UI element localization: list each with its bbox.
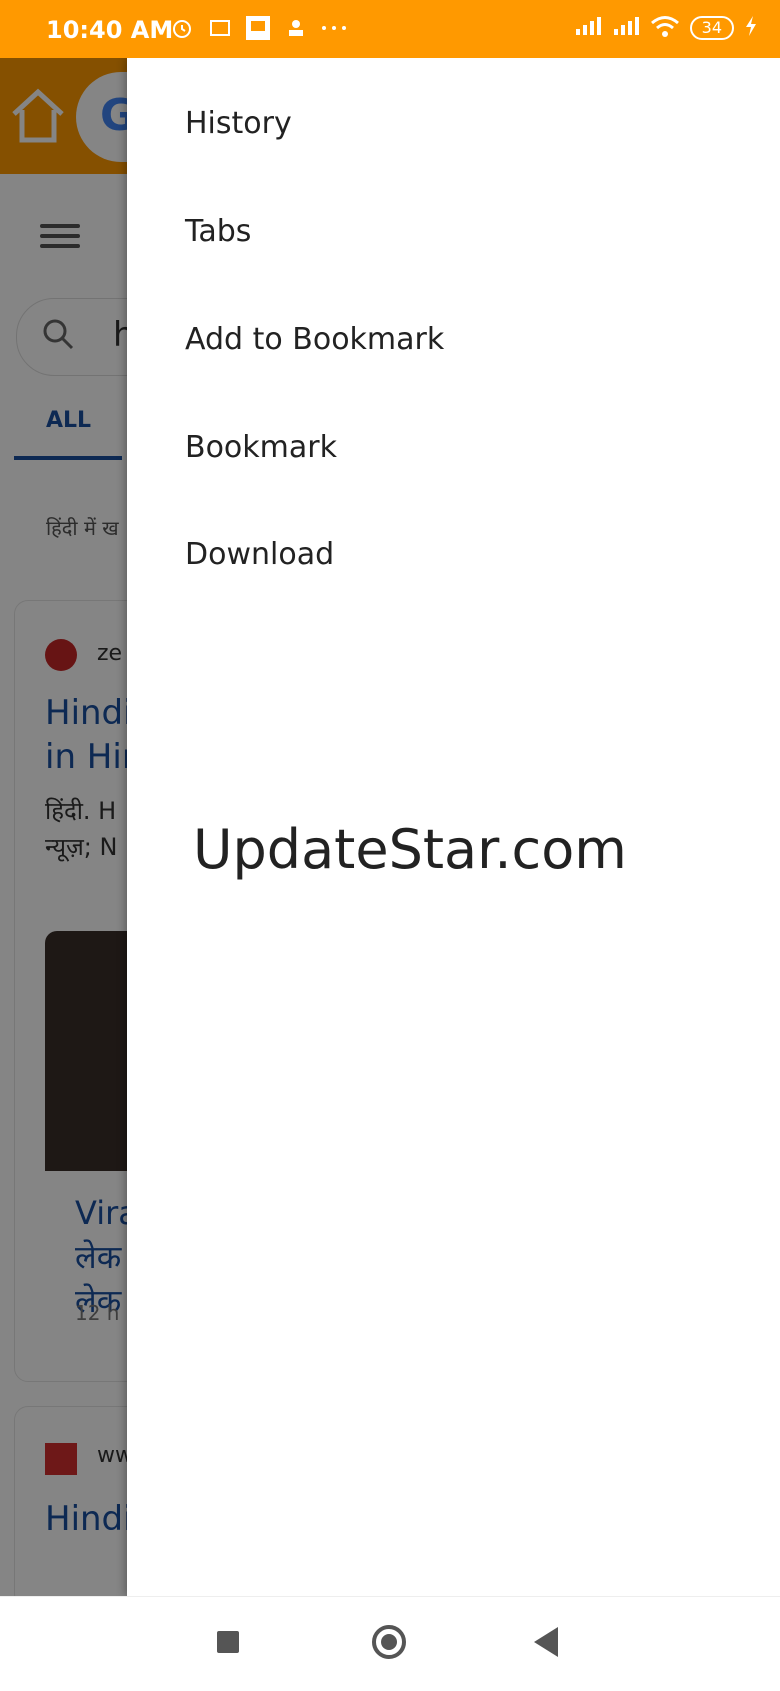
signal-icon [612, 15, 640, 41]
system-navigation-bar [0, 1596, 780, 1691]
hindi-news-icon [282, 14, 310, 42]
status-icons-right: 34 [574, 14, 758, 42]
alarm-icon [168, 14, 196, 42]
brand-label: UpdateStar.com [193, 818, 627, 881]
menu-item-history[interactable]: History [185, 94, 745, 154]
recents-icon[interactable] [217, 1631, 239, 1653]
india-tv-icon [206, 14, 234, 42]
menu-item-download[interactable]: Download [185, 525, 745, 585]
menu-item-add-to-bookmark[interactable]: Add to Bookmark [185, 310, 745, 370]
wifi-icon [650, 14, 680, 42]
back-icon[interactable] [534, 1627, 558, 1657]
news-app-icon [244, 14, 272, 42]
charging-icon [744, 15, 758, 41]
navigation-drawer: History Tabs Add to Bookmark Bookmark Do… [127, 58, 780, 1596]
home-button-icon[interactable] [372, 1625, 406, 1659]
menu-item-tabs[interactable]: Tabs [185, 202, 745, 262]
battery-icon: 34 [689, 16, 734, 40]
status-time: 10:40 AM [46, 16, 174, 44]
more-dots-icon [320, 14, 348, 42]
status-icons-left [168, 14, 348, 42]
status-bar: 10:40 AM 34 [0, 0, 780, 58]
menu-item-bookmark[interactable]: Bookmark [185, 418, 745, 478]
signal-icon [574, 15, 602, 41]
